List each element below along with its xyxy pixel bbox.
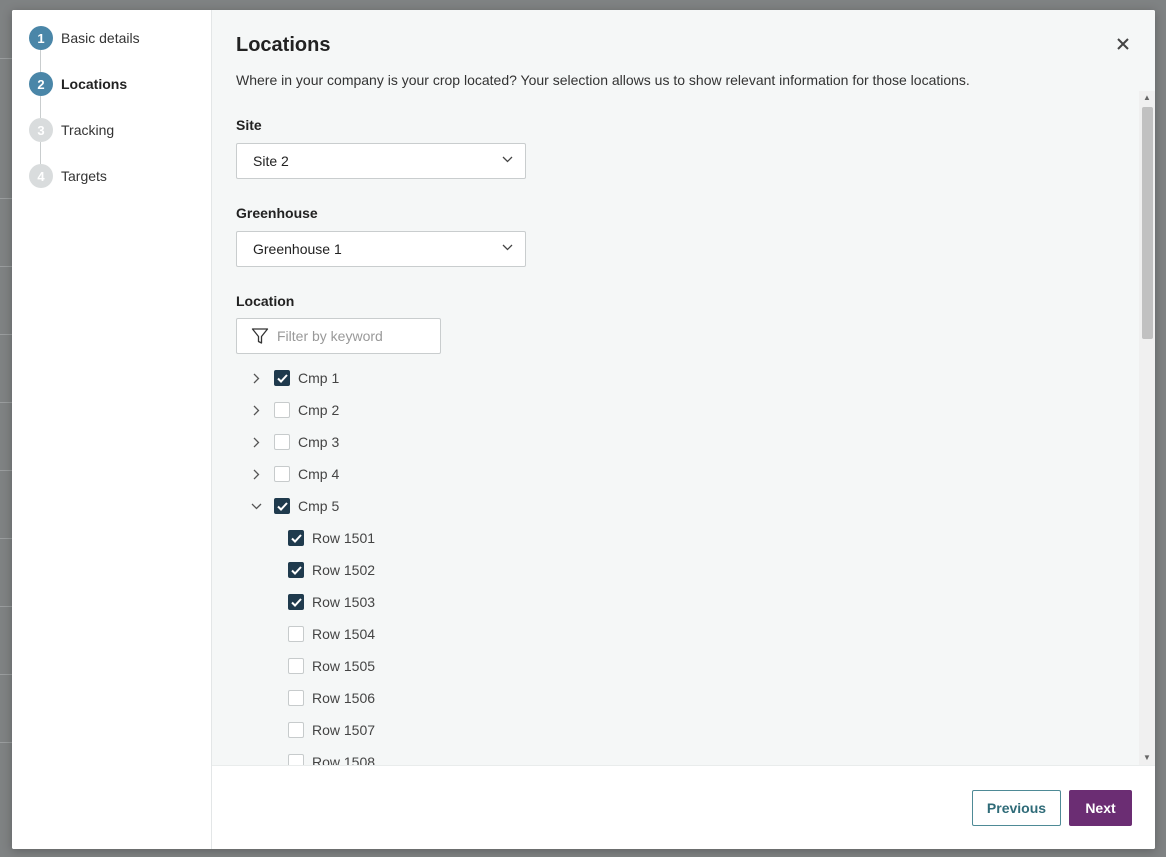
tree-item-row-1507[interactable]: Row 1507 — [288, 714, 375, 746]
content-scrollbar[interactable]: ▲ ▼ — [1139, 91, 1155, 765]
chevron-down-icon[interactable] — [250, 500, 262, 512]
site-select[interactable]: Site 2 — [236, 143, 526, 179]
checkbox-cmp-1[interactable] — [274, 370, 290, 386]
chevron-right-icon[interactable] — [250, 404, 262, 416]
site-select-value: Site 2 — [253, 153, 289, 169]
tree-item-cmp-5[interactable]: Cmp 5 — [250, 490, 339, 522]
tree-item-label: Row 1506 — [312, 690, 376, 706]
step-number: 3 — [29, 118, 53, 142]
checkmark-icon — [290, 565, 302, 575]
dialog-footer: Previous Next — [212, 765, 1155, 849]
site-label: Site — [236, 117, 262, 133]
checkmark-icon — [276, 373, 288, 383]
tree-item-label: Cmp 3 — [298, 434, 340, 450]
checkmark-icon — [290, 597, 302, 607]
step-label: Locations — [61, 76, 128, 92]
tree-item-label: Cmp 5 — [298, 498, 340, 514]
wizard-dialog: 1 Basic details 2 Locations 3 Tracking 4… — [12, 10, 1155, 849]
chevron-down-icon — [502, 156, 513, 163]
dialog-title: Locations — [236, 34, 331, 56]
step-label: Targets — [61, 168, 107, 184]
tree-item-label: Row 1503 — [312, 594, 376, 610]
tree-item-label: Row 1505 — [312, 658, 376, 674]
checkbox-cmp-2[interactable] — [274, 402, 290, 418]
scroll-thumb[interactable] — [1142, 107, 1153, 339]
tree-item-cmp-3[interactable]: Cmp 3 — [250, 426, 339, 458]
step-connector — [40, 96, 41, 118]
step-label: Basic details — [61, 30, 140, 46]
checkbox-row-1501[interactable] — [288, 530, 304, 546]
next-button[interactable]: Next — [1069, 790, 1132, 826]
tree-item-row-1505[interactable]: Row 1505 — [288, 650, 375, 682]
tree-item-cmp-2[interactable]: Cmp 2 — [250, 394, 339, 426]
checkmark-icon — [276, 501, 288, 511]
previous-button[interactable]: Previous — [972, 790, 1061, 826]
checkbox-row-1504[interactable] — [288, 626, 304, 642]
wizard-main: Locations Where in your company is your … — [212, 10, 1155, 849]
chevron-right-icon[interactable] — [250, 372, 262, 384]
step-tracking[interactable]: 3 Tracking — [12, 118, 211, 164]
close-icon — [1117, 38, 1129, 50]
wizard-content: Locations Where in your company is your … — [212, 10, 1155, 765]
location-filter-input[interactable] — [277, 328, 427, 344]
checkbox-row-1507[interactable] — [288, 722, 304, 738]
tree-item-cmp-4[interactable]: Cmp 4 — [250, 458, 339, 490]
tree-item-row-1508[interactable]: Row 1508 — [288, 746, 375, 765]
step-basic-details[interactable]: 1 Basic details — [12, 26, 211, 72]
checkbox-row-1505[interactable] — [288, 658, 304, 674]
step-number: 4 — [29, 164, 53, 188]
tree-item-row-1501[interactable]: Row 1501 — [288, 522, 375, 554]
checkbox-cmp-4[interactable] — [274, 466, 290, 482]
checkbox-row-1508[interactable] — [288, 754, 304, 765]
checkmark-icon — [290, 533, 302, 543]
checkbox-row-1506[interactable] — [288, 690, 304, 706]
step-targets[interactable]: 4 Targets — [12, 164, 211, 210]
tree-item-label: Row 1508 — [312, 754, 376, 765]
tree-item-label: Row 1504 — [312, 626, 376, 642]
chevron-right-icon[interactable] — [250, 436, 262, 448]
chevron-down-icon — [502, 244, 513, 251]
tree-item-cmp-1[interactable]: Cmp 1 — [250, 362, 339, 394]
tree-item-label: Cmp 4 — [298, 466, 340, 482]
step-locations[interactable]: 2 Locations — [12, 72, 211, 118]
scroll-up-icon[interactable]: ▲ — [1139, 91, 1155, 105]
tree-item-row-1506[interactable]: Row 1506 — [288, 682, 375, 714]
step-connector — [40, 142, 41, 164]
checkbox-row-1502[interactable] — [288, 562, 304, 578]
checkbox-cmp-3[interactable] — [274, 434, 290, 450]
filter-icon — [251, 328, 269, 344]
tree-item-row-1503[interactable]: Row 1503 — [288, 586, 375, 618]
close-button[interactable] — [1113, 34, 1133, 54]
tree-item-label: Cmp 2 — [298, 402, 340, 418]
location-filter[interactable] — [236, 318, 441, 354]
checkbox-cmp-5[interactable] — [274, 498, 290, 514]
tree-item-label: Row 1507 — [312, 722, 376, 738]
tree-item-row-1504[interactable]: Row 1504 — [288, 618, 375, 650]
step-connector — [40, 50, 41, 72]
greenhouse-select[interactable]: Greenhouse 1 — [236, 231, 526, 267]
tree-item-label: Row 1502 — [312, 562, 376, 578]
dialog-subtitle: Where in your company is your crop locat… — [236, 72, 970, 88]
step-label: Tracking — [61, 122, 115, 138]
checkbox-row-1503[interactable] — [288, 594, 304, 610]
tree-item-label: Row 1501 — [312, 530, 376, 546]
location-label: Location — [236, 293, 295, 309]
tree-item-label: Cmp 1 — [298, 370, 340, 386]
greenhouse-select-value: Greenhouse 1 — [253, 241, 342, 257]
tree-item-row-1502[interactable]: Row 1502 — [288, 554, 375, 586]
step-number: 1 — [29, 26, 53, 50]
chevron-right-icon[interactable] — [250, 468, 262, 480]
step-number: 2 — [29, 72, 53, 96]
scroll-down-icon[interactable]: ▼ — [1139, 751, 1155, 765]
wizard-stepper: 1 Basic details 2 Locations 3 Tracking 4… — [12, 10, 212, 849]
greenhouse-label: Greenhouse — [236, 205, 318, 221]
